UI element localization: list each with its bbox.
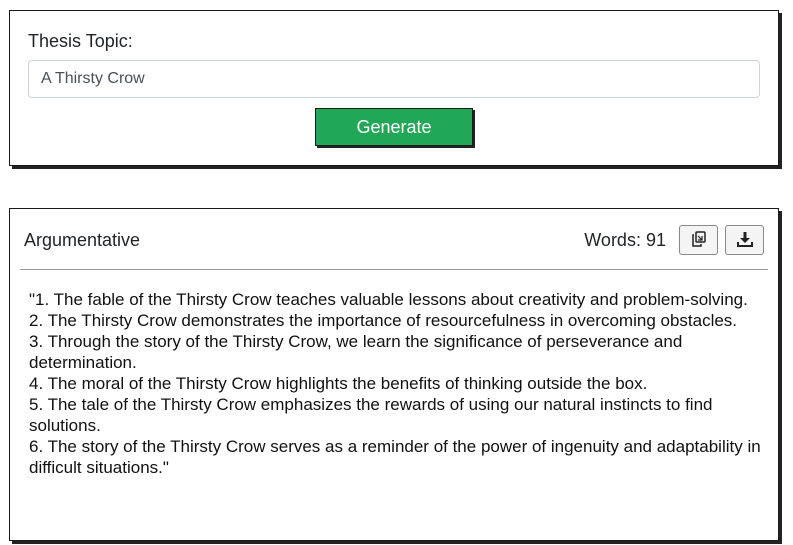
word-count: Words: 91 [584, 230, 666, 251]
generate-button[interactable]: Generate [315, 108, 473, 146]
thesis-topic-card: Thesis Topic: Generate [9, 10, 779, 166]
generated-thesis-text: "1. The fable of the Thirsty Crow teache… [29, 290, 761, 477]
download-button[interactable] [725, 225, 764, 255]
download-icon [736, 230, 754, 251]
word-count-label: Words: [584, 230, 641, 250]
thesis-topic-input[interactable] [28, 60, 760, 98]
result-divider [20, 269, 768, 270]
result-card: Argumentative Words: 91 "1. The fable of… [9, 208, 779, 541]
thesis-topic-label: Thesis Topic: [28, 31, 133, 51]
word-count-value: 91 [645, 230, 666, 250]
copy-button[interactable] [679, 225, 718, 255]
thesis-type-label: Argumentative [24, 230, 141, 250]
copy-icon [690, 230, 708, 251]
